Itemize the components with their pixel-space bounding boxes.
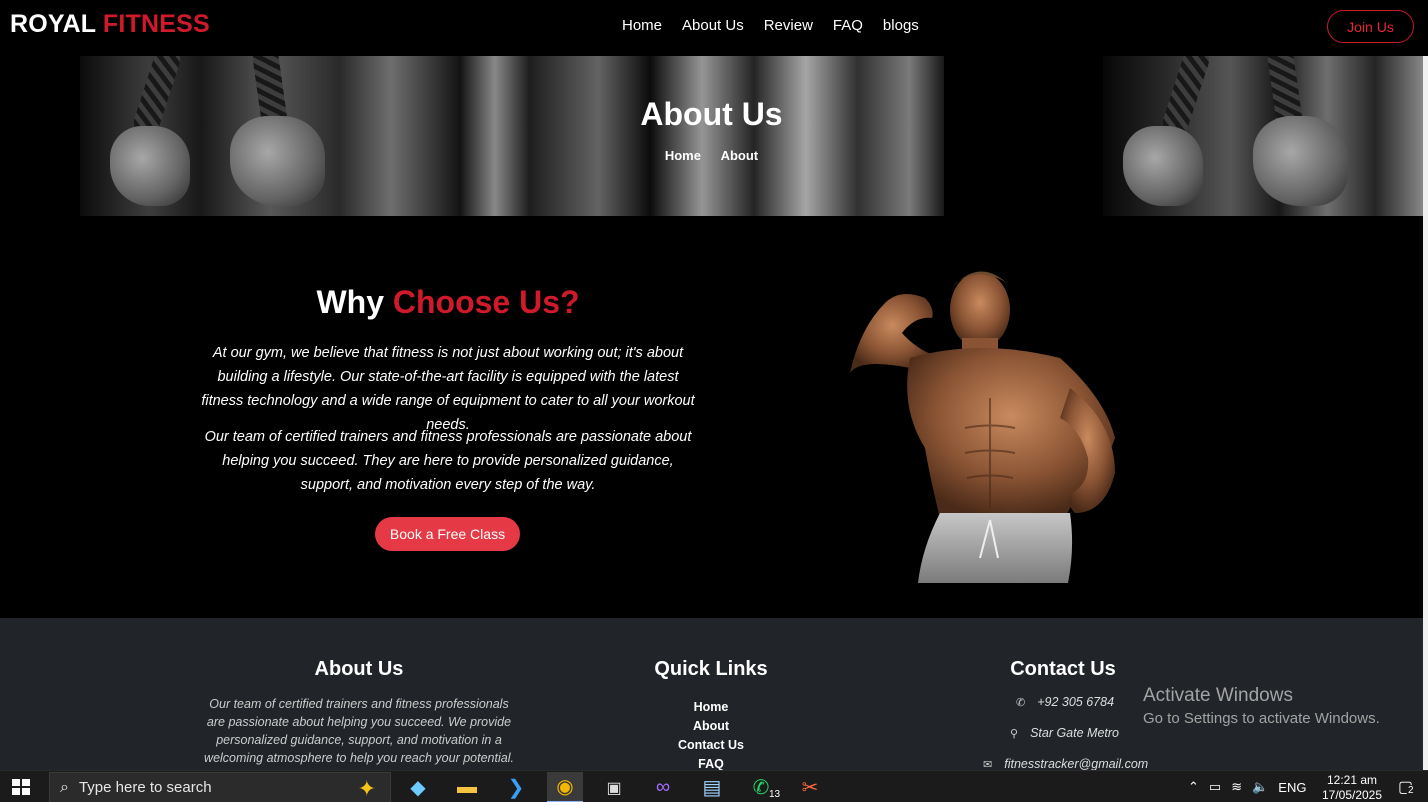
windows-start-icon[interactable] bbox=[12, 779, 30, 795]
clock-time: 12:21 am bbox=[1326, 773, 1378, 787]
taskbar-search-box[interactable]: ⌕ Type here to search ✦ bbox=[49, 772, 391, 802]
footer-about-text: Our team of certified trainers and fitne… bbox=[204, 697, 514, 765]
contact-phone: ✆ +92 305 6784 bbox=[1016, 695, 1114, 709]
chrome-icon[interactable]: ◉ bbox=[547, 772, 583, 802]
terminal-icon[interactable]: ▣ bbox=[596, 772, 632, 802]
hero-image-left bbox=[80, 56, 944, 216]
volume-icon[interactable]: 🔈 bbox=[1252, 779, 1268, 795]
visual-studio-icon[interactable]: ∞ bbox=[645, 772, 681, 802]
file-explorer-icon[interactable]: ▬ bbox=[449, 772, 485, 802]
contact-email-text[interactable]: fitnesstracker@gmail.com bbox=[1004, 757, 1148, 771]
brand-text-fitness: FITNESS bbox=[102, 10, 210, 38]
footer-about-title: About Us bbox=[314, 658, 404, 680]
hero-banner: About Us Home About bbox=[0, 56, 1423, 216]
contact-phone-text: +92 305 6784 bbox=[1037, 695, 1115, 709]
mail-icon: ✉ bbox=[983, 758, 993, 771]
taskbar-search-placeholder: Type here to search bbox=[78, 779, 212, 796]
why-title-part1: Why bbox=[316, 284, 384, 320]
navbar: ROYAL FITNESS Home About Us Review FAQ b… bbox=[0, 0, 1428, 56]
phone-icon: ✆ bbox=[1016, 696, 1026, 709]
footer-about: About Us Our team of certified trainers … bbox=[200, 658, 518, 767]
location-pin-icon: ⚲ bbox=[1010, 727, 1019, 740]
contact-email: ✉ fitnesstracker@gmail.com bbox=[983, 757, 1148, 771]
chevron-up-icon[interactable]: ⌃ bbox=[1188, 779, 1199, 795]
clock-date: 17/05/2025 bbox=[1321, 788, 1383, 802]
wifi-icon[interactable]: ≋ bbox=[1231, 779, 1242, 795]
notification-badge: 2 bbox=[1406, 785, 1416, 796]
nav-link-home[interactable]: Home bbox=[622, 17, 662, 34]
search-icon: ⌕ bbox=[60, 778, 69, 796]
activate-windows-title: Activate Windows bbox=[1143, 685, 1293, 706]
footer-contact: Contact Us ✆ +92 305 6784 ⚲ Star Gate Me… bbox=[963, 658, 1163, 771]
breadcrumb-about: About bbox=[720, 148, 759, 163]
footer-quick-links: Quick Links Home About Contact Us FAQ bbox=[611, 658, 811, 774]
breadcrumb: Home About bbox=[0, 148, 1423, 163]
clock[interactable]: 12:21 am 17/05/2025 bbox=[1318, 773, 1386, 802]
nav-links: Home About Us Review FAQ blogs bbox=[612, 17, 929, 34]
language-indicator[interactable]: ENG bbox=[1278, 780, 1306, 795]
windows-taskbar: ⌕ Type here to search ✦ ◆ ▬ ❯ ◉ ▣ ∞ ▤ ✆ … bbox=[0, 770, 1428, 802]
contact-address: ⚲ Star Gate Metro bbox=[1010, 726, 1119, 740]
notification-icon[interactable]: ▢2 bbox=[1398, 777, 1416, 797]
book-free-class-button[interactable]: Book a Free Class bbox=[375, 517, 520, 551]
snipping-tool-icon[interactable]: ✂ bbox=[792, 772, 828, 802]
vscode-icon[interactable]: ❯ bbox=[498, 772, 534, 802]
brand-logo[interactable]: ROYAL FITNESS bbox=[10, 10, 210, 39]
activate-windows-subtitle: Go to Settings to activate Windows. bbox=[1143, 710, 1380, 727]
brand-text-royal: ROYAL bbox=[10, 10, 96, 38]
whatsapp-badge: 13 bbox=[767, 789, 783, 800]
nav-link-faq[interactable]: FAQ bbox=[833, 17, 863, 34]
why-choose-title: Why Choose Us? bbox=[198, 284, 698, 321]
nav-link-about-us[interactable]: About Us bbox=[682, 17, 744, 34]
why-paragraph-1: At our gym, we believe that fitness is n… bbox=[201, 345, 695, 433]
hero-title: About Us bbox=[640, 96, 783, 132]
battery-icon[interactable]: ▭ bbox=[1209, 779, 1221, 795]
join-us-button[interactable]: Join Us bbox=[1327, 10, 1414, 43]
hero-image-right bbox=[1103, 56, 1423, 216]
activate-windows-watermark: Activate Windows Go to Settings to activ… bbox=[1143, 685, 1380, 727]
footer-contact-title: Contact Us bbox=[1010, 658, 1116, 680]
nav-link-review[interactable]: Review bbox=[764, 17, 813, 34]
nav-link-blogs[interactable]: blogs bbox=[883, 17, 919, 34]
page-scrollbar[interactable] bbox=[1423, 56, 1428, 770]
athlete-image bbox=[850, 271, 1115, 583]
copilot-app-icon[interactable]: ◆ bbox=[400, 772, 436, 802]
copilot-sparkle-icon: ✦ bbox=[357, 776, 376, 801]
footer-link-home[interactable]: Home bbox=[611, 698, 811, 717]
why-title-part2: Choose Us? bbox=[392, 284, 580, 320]
whatsapp-icon[interactable]: ✆ 13 bbox=[743, 772, 783, 802]
contact-address-text: Star Gate Metro bbox=[1030, 726, 1119, 740]
footer-link-contact[interactable]: Contact Us bbox=[611, 736, 811, 755]
why-paragraph-2: Our team of certified trainers and fitne… bbox=[204, 429, 692, 493]
breadcrumb-home[interactable]: Home bbox=[665, 148, 701, 163]
system-tray: ⌃ ▭ ≋ 🔈 ENG bbox=[1188, 771, 1306, 802]
notepad-icon[interactable]: ▤ bbox=[694, 772, 730, 802]
footer-links-title: Quick Links bbox=[654, 658, 768, 680]
footer-link-about[interactable]: About bbox=[611, 717, 811, 736]
page: ROYAL FITNESS Home About Us Review FAQ b… bbox=[0, 0, 1428, 802]
